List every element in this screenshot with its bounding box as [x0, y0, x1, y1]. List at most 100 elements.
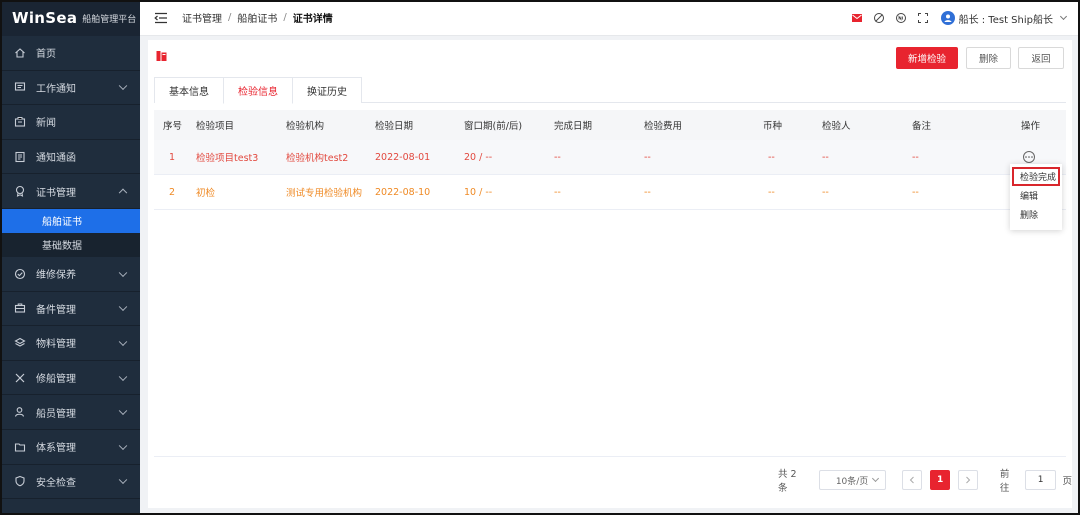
- inspection-table: 序号 检验项目 检验机构 检验日期 窗口期(前/后) 完成日期 检验费用 币种 …: [154, 110, 1066, 210]
- fullscreen-icon[interactable]: [917, 12, 929, 24]
- sidebar-item-label: 首页: [36, 49, 56, 61]
- sidebar-subitem-base-data[interactable]: 基础数据: [0, 232, 140, 257]
- cell-date: 2022-08-01: [375, 151, 431, 163]
- sidebar-item-work-notice[interactable]: 工作通知: [0, 71, 140, 106]
- goto-page-input[interactable]: 1: [1024, 470, 1057, 490]
- column-header: 完成日期: [554, 121, 593, 132]
- chevron-down-icon: [872, 474, 880, 483]
- language-icon[interactable]: [895, 12, 907, 24]
- cell-remark: --: [912, 151, 919, 163]
- sidebar-item-materials[interactable]: 物料管理: [0, 326, 140, 361]
- sidebar-item-label: 证书管理: [36, 187, 76, 199]
- top-header: 证书管理 / 船舶证书 / 证书详情 船长 : Test Ship船长: [140, 0, 1080, 36]
- sidebar-subitem-ship-certificates[interactable]: 船舶证书: [0, 208, 140, 233]
- sidebar-item-label: 船员管理: [36, 408, 76, 420]
- cell-no: 2: [169, 186, 176, 198]
- chevron-down-icon: [118, 406, 128, 416]
- cell-no: 1: [169, 151, 176, 163]
- sidebar: WinSea 船舶管理平台 首页 工作通知 新闻 通知通函 证书管理 船舶证书 …: [0, 0, 140, 515]
- news-icon: [14, 116, 26, 128]
- more-actions-icon[interactable]: [1023, 151, 1035, 163]
- sidebar-item-crew[interactable]: 船员管理: [0, 395, 140, 430]
- user-icon: [14, 406, 26, 418]
- back-button[interactable]: 返回: [1018, 47, 1064, 69]
- sidebar-item-system[interactable]: 体系管理: [0, 430, 140, 465]
- document-icon: [14, 151, 26, 163]
- row-actions-dropdown: 检验完成 编辑 删除: [1010, 164, 1062, 230]
- brand-name: WinSea: [12, 9, 78, 27]
- cell-inspector: --: [822, 151, 829, 163]
- page-unit-label: 页: [1062, 476, 1072, 487]
- table-row[interactable]: 1 检验项目test3 检验机构test2 2022-08-01 20 / --…: [154, 140, 1066, 175]
- tab-inspection-info[interactable]: 检验信息: [223, 77, 293, 104]
- shield-icon: [14, 475, 26, 487]
- delete-button[interactable]: 删除: [966, 47, 1011, 69]
- column-header: 检验费用: [644, 121, 683, 132]
- column-header: 检验机构: [286, 121, 325, 132]
- column-header: 序号: [163, 121, 183, 132]
- cell-item: 检验项目test3: [196, 153, 259, 164]
- sidebar-item-label: 维修保养: [36, 270, 76, 282]
- sidebar-item-label: 体系管理: [36, 443, 76, 455]
- table-header: 序号 检验项目 检验机构 检验日期 窗口期(前/后) 完成日期 检验费用 币种 …: [154, 110, 1066, 140]
- cell-window: 10 / --: [464, 186, 493, 198]
- chevron-down-icon: [118, 441, 128, 450]
- cell-inspector: --: [822, 186, 829, 198]
- chevron-down-icon[interactable]: [1059, 12, 1068, 21]
- sidebar-item-spare-parts[interactable]: 备件管理: [0, 292, 140, 327]
- cell-item: 初检: [196, 188, 216, 199]
- cell-fee: --: [644, 151, 651, 163]
- breadcrumb-item[interactable]: 证书管理: [182, 10, 222, 25]
- chevron-down-icon: [118, 337, 128, 346]
- sidebar-item-label: 新闻: [36, 118, 56, 130]
- chevron-right-icon: [966, 476, 971, 484]
- add-inspection-button[interactable]: 新增检验: [896, 47, 958, 69]
- breadcrumb-separator: /: [283, 12, 287, 23]
- sidebar-item-label: 通知通函: [36, 153, 76, 165]
- tab-renewal-history[interactable]: 换证历史: [292, 77, 362, 103]
- cell-date: 2022-08-10: [375, 186, 431, 198]
- breadcrumb-item[interactable]: 船舶证书: [237, 10, 277, 25]
- cell-fee: --: [644, 186, 651, 198]
- menu-item-inspection-complete[interactable]: 检验完成: [1012, 167, 1060, 186]
- menu-item-delete[interactable]: 删除: [1010, 205, 1062, 224]
- menu-item-edit[interactable]: 编辑: [1010, 186, 1062, 205]
- sidebar-item-circular[interactable]: 通知通函: [0, 140, 140, 175]
- sidebar-item-news[interactable]: 新闻: [0, 105, 140, 140]
- column-header: 检验项目: [196, 121, 235, 132]
- column-header: 备注: [912, 121, 932, 132]
- layers-icon: [14, 337, 26, 349]
- cell-org: 测试专用检验机构: [286, 188, 363, 199]
- table-row[interactable]: 2 初检 测试专用检验机构 2022-08-10 10 / -- -- -- -…: [154, 175, 1066, 210]
- sidebar-item-label: 物料管理: [36, 339, 76, 351]
- user-name[interactable]: 船长 : Test Ship船长: [959, 11, 1053, 26]
- page-number-current[interactable]: 1: [930, 470, 951, 490]
- chevron-down-icon: [118, 475, 128, 485]
- sidebar-item-label: 备件管理: [36, 304, 76, 316]
- mail-icon[interactable]: [851, 12, 863, 24]
- chevron-down-icon: [118, 268, 128, 277]
- cell-window: 20 / --: [464, 151, 493, 163]
- sidebar-item-maintenance[interactable]: 维修保养: [0, 257, 140, 292]
- prev-page-button[interactable]: [902, 470, 923, 490]
- sidebar-item-ship-repair[interactable]: 修船管理: [0, 361, 140, 396]
- tab-bar: 基本信息 检验信息 换证历史: [154, 77, 1066, 104]
- avatar[interactable]: [940, 11, 955, 25]
- sidebar-item-certificates[interactable]: 证书管理: [0, 174, 140, 209]
- check-circle-icon: [14, 268, 26, 280]
- column-header: 窗口期(前/后): [464, 121, 523, 132]
- menu-fold-icon[interactable]: [154, 12, 168, 24]
- chevron-down-icon: [118, 372, 128, 381]
- page-size-select[interactable]: 10条/页: [818, 470, 887, 490]
- tab-basic-info[interactable]: 基本信息: [154, 77, 224, 103]
- chevron-up-icon: [118, 188, 128, 198]
- sidebar-item-safety[interactable]: 安全检查: [0, 465, 140, 500]
- compass-icon[interactable]: [873, 12, 885, 24]
- home-icon: [14, 47, 26, 59]
- folder-icon: [14, 441, 26, 453]
- next-page-button[interactable]: [958, 470, 978, 490]
- cell-org: 检验机构test2: [286, 153, 349, 164]
- sidebar-item-home[interactable]: 首页: [0, 36, 140, 71]
- goto-label: 前往: [999, 469, 1010, 494]
- table-footer-divider: [154, 456, 1066, 457]
